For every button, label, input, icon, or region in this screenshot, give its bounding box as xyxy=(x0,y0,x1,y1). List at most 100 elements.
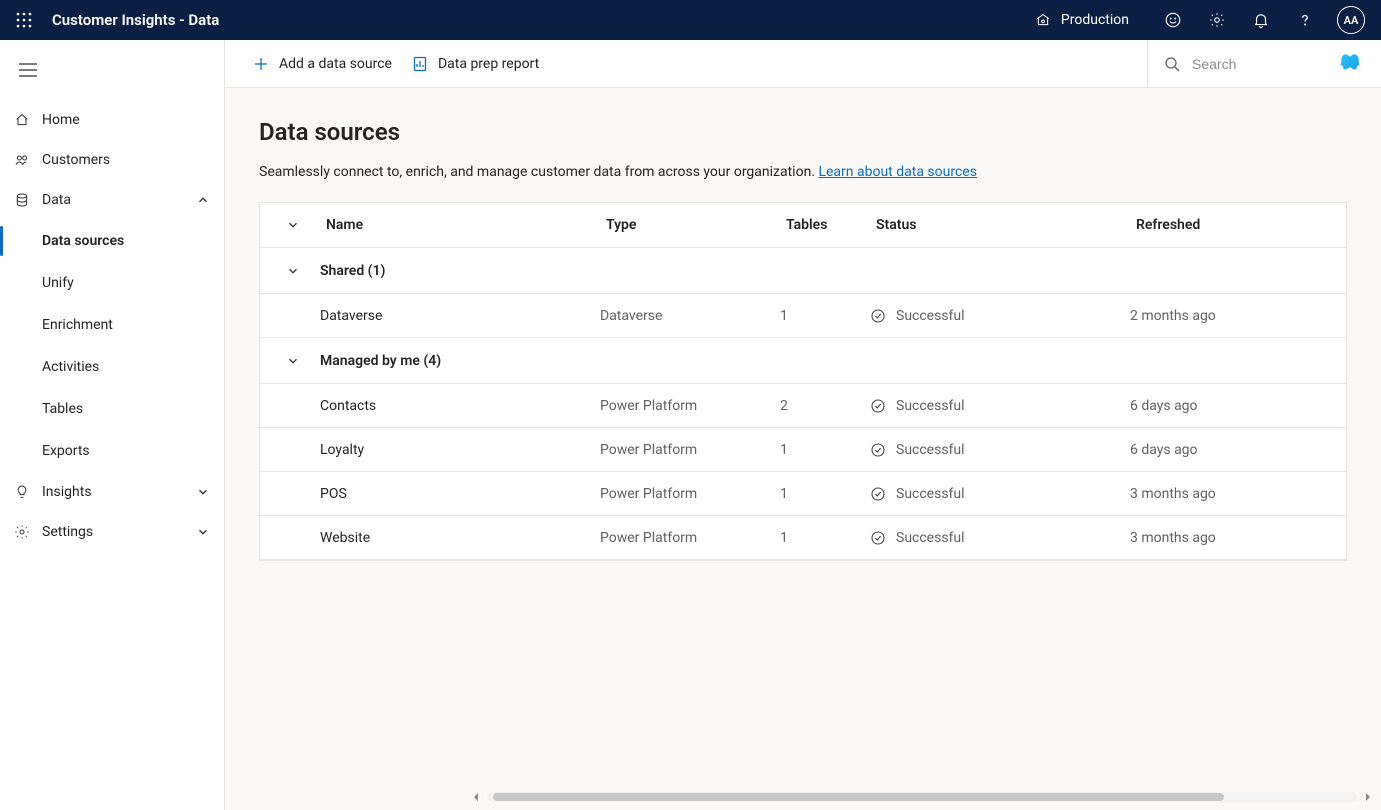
nav-item-home[interactable]: Home xyxy=(0,100,224,140)
cell-type: Dataverse xyxy=(600,308,780,324)
app-launcher-button[interactable] xyxy=(8,4,40,36)
insights-icon xyxy=(14,484,30,500)
group-label: Shared (1) xyxy=(320,263,600,279)
cell-refreshed: 3 months ago xyxy=(1130,486,1290,502)
cell-name: Dataverse xyxy=(320,308,600,324)
cell-status: Successful xyxy=(870,486,1130,502)
table-group-row[interactable]: Managed by me (4) xyxy=(260,338,1346,384)
search-icon xyxy=(1164,56,1180,72)
column-expand[interactable] xyxy=(260,218,320,232)
scroll-left-icon[interactable] xyxy=(471,792,481,802)
left-nav: Home Customers Data Data sources Unify E… xyxy=(0,40,225,810)
checkmark-circle-icon xyxy=(870,398,886,414)
horizontal-scrollbar[interactable] xyxy=(471,790,1373,804)
scroll-thumb[interactable] xyxy=(493,793,1224,801)
settings-button[interactable] xyxy=(1197,0,1237,40)
cell-name: Loyalty xyxy=(320,442,600,458)
add-data-source-button[interactable]: Add a data source xyxy=(243,40,402,88)
report-icon xyxy=(412,56,428,72)
chevron-down-icon xyxy=(196,485,210,499)
cell-tables: 1 xyxy=(780,486,870,502)
cell-tables: 1 xyxy=(780,530,870,546)
nav-sub-label: Enrichment xyxy=(42,317,113,333)
page-content: Data sources Seamlessly connect to, enri… xyxy=(225,88,1381,810)
nav-sub-exports[interactable]: Exports xyxy=(0,430,224,472)
cell-status: Successful xyxy=(870,308,1130,324)
customers-icon xyxy=(14,152,30,168)
cell-refreshed: 2 months ago xyxy=(1130,308,1290,324)
table-group-row[interactable]: Shared (1) xyxy=(260,248,1346,294)
cmd-label: Data prep report xyxy=(438,56,539,72)
cell-status: Successful xyxy=(870,530,1130,546)
column-tables[interactable]: Tables xyxy=(780,217,870,233)
column-name[interactable]: Name xyxy=(320,217,600,233)
search-box[interactable] xyxy=(1147,40,1327,88)
data-prep-report-button[interactable]: Data prep report xyxy=(402,40,549,88)
cell-status: Successful xyxy=(870,398,1130,414)
column-status[interactable]: Status xyxy=(870,217,1130,233)
nav-item-insights[interactable]: Insights xyxy=(0,472,224,512)
column-type[interactable]: Type xyxy=(600,217,780,233)
nav-sub-label: Unify xyxy=(42,275,74,291)
checkmark-circle-icon xyxy=(870,530,886,546)
nav-sub-unify[interactable]: Unify xyxy=(0,262,224,304)
header-actions: AA xyxy=(1153,0,1373,40)
table-header: Name Type Tables Status Refreshed xyxy=(260,202,1346,248)
nav-sub-label: Data sources xyxy=(42,233,124,249)
nav-sub-label: Tables xyxy=(42,401,83,417)
table-row[interactable]: ContactsPower Platform2Successful6 days … xyxy=(260,384,1346,428)
notifications-button[interactable] xyxy=(1241,0,1281,40)
scroll-track[interactable] xyxy=(487,792,1357,802)
cell-name: Website xyxy=(320,530,600,546)
table-row[interactable]: WebsitePower Platform1Successful3 months… xyxy=(260,516,1346,560)
checkmark-circle-icon xyxy=(870,486,886,502)
learn-more-link[interactable]: Learn about data sources xyxy=(818,164,976,180)
table-row[interactable]: POSPower Platform1Successful3 months ago xyxy=(260,472,1346,516)
cell-status: Successful xyxy=(870,442,1130,458)
help-button[interactable] xyxy=(1285,0,1325,40)
column-refreshed[interactable]: Refreshed xyxy=(1130,217,1290,233)
environment-picker[interactable]: Production xyxy=(1035,12,1129,28)
nav-item-label: Insights xyxy=(42,484,92,500)
nav-item-data[interactable]: Data xyxy=(0,180,224,220)
user-avatar[interactable]: AA xyxy=(1337,6,1365,34)
nav-item-label: Customers xyxy=(42,152,110,168)
chevron-up-icon xyxy=(196,193,210,207)
chevron-down-icon xyxy=(196,525,210,539)
nav-sub-enrichment[interactable]: Enrichment xyxy=(0,304,224,346)
nav-item-customers[interactable]: Customers xyxy=(0,140,224,180)
cell-refreshed: 3 months ago xyxy=(1130,530,1290,546)
cell-tables: 2 xyxy=(780,398,870,414)
cell-refreshed: 6 days ago xyxy=(1130,442,1290,458)
cell-type: Power Platform xyxy=(600,530,780,546)
scroll-right-icon[interactable] xyxy=(1363,792,1373,802)
cell-type: Power Platform xyxy=(600,486,780,502)
cell-refreshed: 6 days ago xyxy=(1130,398,1290,414)
nav-sub-activities[interactable]: Activities xyxy=(0,346,224,388)
search-input[interactable] xyxy=(1190,55,1310,73)
data-icon xyxy=(14,192,30,208)
global-header: Customer Insights - Data Production AA xyxy=(0,0,1381,40)
nav-sub-tables[interactable]: Tables xyxy=(0,388,224,430)
feedback-button[interactable] xyxy=(1153,0,1193,40)
nav-toggle-button[interactable] xyxy=(8,52,48,88)
cell-type: Power Platform xyxy=(600,442,780,458)
nav-item-label: Settings xyxy=(42,524,93,540)
nav-item-label: Data xyxy=(42,192,71,208)
cell-tables: 1 xyxy=(780,308,870,324)
table-row[interactable]: LoyaltyPower Platform1Successful6 days a… xyxy=(260,428,1346,472)
nav-item-settings[interactable]: Settings xyxy=(0,512,224,552)
page-description: Seamlessly connect to, enrich, and manag… xyxy=(259,164,1347,180)
chevron-down-icon xyxy=(286,264,300,278)
cell-type: Power Platform xyxy=(600,398,780,414)
cell-name: Contacts xyxy=(320,398,600,414)
nav-sub-label: Exports xyxy=(42,443,90,459)
nav-sub-data-sources[interactable]: Data sources xyxy=(0,220,224,262)
table-row[interactable]: DataverseDataverse1Successful2 months ag… xyxy=(260,294,1346,338)
gear-icon xyxy=(14,524,30,540)
app-title: Customer Insights - Data xyxy=(52,11,219,29)
copilot-icon[interactable] xyxy=(1337,51,1363,77)
plus-icon xyxy=(253,56,269,72)
group-label: Managed by me (4) xyxy=(320,353,600,369)
home-icon xyxy=(14,112,30,128)
